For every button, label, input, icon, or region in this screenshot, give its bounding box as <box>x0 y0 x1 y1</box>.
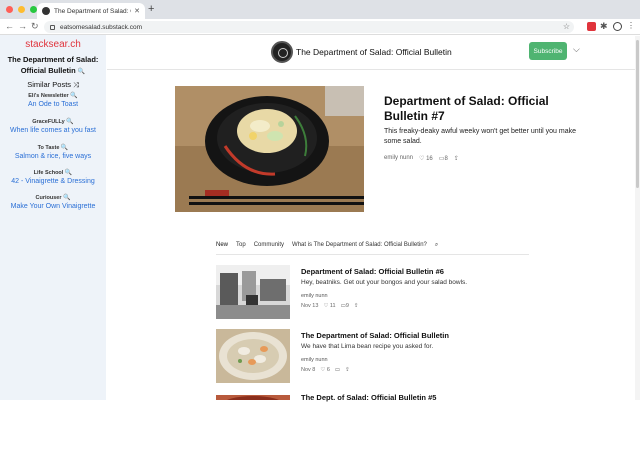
post-meta: Nov 8 ♡ 6 ▭ ⇪ <box>301 367 350 373</box>
search-icon[interactable]: 🔍 <box>78 69 85 75</box>
post-author[interactable]: emily nunn <box>301 293 328 299</box>
subscribe-button[interactable]: Subscribe <box>529 42 567 60</box>
extensions-puzzle-icon[interactable]: ✱ <box>600 21 609 31</box>
close-window-button[interactable] <box>6 6 13 13</box>
sidebar-pub-title: The Department of Salad: Official Bullet… <box>7 55 99 75</box>
publication-name[interactable]: The Department of Salad: Official Bullet… <box>296 47 452 57</box>
post-title[interactable]: The Department of Salad: Official Bullet… <box>301 331 449 340</box>
forward-icon[interactable]: → <box>18 21 27 31</box>
post-thumbnail[interactable] <box>216 391 290 400</box>
similar-post-link[interactable]: Salmon & rice, five ways <box>0 153 106 160</box>
post-list-item[interactable]: The Dept. of Salad: Official Bulletin #5 <box>216 391 536 451</box>
similar-item: To Taste 🔍 Salmon & rice, five ways <box>0 144 106 160</box>
comment-icon[interactable]: ▭ <box>335 367 340 373</box>
post-thumbnail[interactable] <box>216 265 290 319</box>
browser-tab[interactable]: The Department of Salad: Offic ✕ <box>37 3 145 19</box>
similar-post-link[interactable]: Make Your Own Vinaigrette <box>0 203 106 210</box>
new-tab-icon[interactable]: + <box>148 3 154 15</box>
hero-post-title[interactable]: Department of Salad: Official Bulletin #… <box>384 94 584 124</box>
close-tab-icon[interactable]: ✕ <box>134 7 140 15</box>
favicon-icon <box>42 7 50 15</box>
hero-post-meta: emily nunn ♡ 16 ▭8 ⇪ <box>384 155 459 162</box>
share-icon[interactable]: ⇪ <box>345 367 350 373</box>
share-icon[interactable]: ⇪ <box>354 303 359 309</box>
similar-post-link[interactable]: When life comes at you fast <box>0 127 106 134</box>
heart-icon[interactable]: ♡ <box>419 156 424 162</box>
post-list-item[interactable]: The Department of Salad: Official Bullet… <box>216 329 536 389</box>
post-list-item[interactable]: Department of Salad: Official Bulletin #… <box>216 265 536 325</box>
chevron-down-icon[interactable]: ⌵ <box>573 44 580 55</box>
post-description: Hey, beatniks. Get out your bongos and y… <box>301 279 468 286</box>
browser-toolbar: ← → ↻ eatsomesalad.substack.com ☆ ✱ ⋮ <box>0 19 640 35</box>
menu-kebab-icon[interactable]: ⋮ <box>627 21 636 30</box>
similar-item: GraceFULLy 🔍 When life comes at you fast <box>0 118 106 134</box>
publication-logo[interactable] <box>271 41 293 63</box>
similar-post-link[interactable]: An Ode to Toast <box>0 101 106 108</box>
brand-logo[interactable]: stacksear.ch <box>0 39 106 50</box>
similar-item: Curiouser 🔍 Make Your Own Vinaigrette <box>0 194 106 210</box>
profile-icon[interactable] <box>613 22 622 31</box>
stacksearch-sidebar: stacksear.ch The Department of Salad: Of… <box>0 35 106 400</box>
url-text: eatsomesalad.substack.com <box>60 23 143 31</box>
heart-icon[interactable]: ♡ <box>323 303 328 309</box>
maximize-window-button[interactable] <box>30 6 37 13</box>
search-icon[interactable]: 🔍 <box>61 145 68 151</box>
address-bar[interactable]: eatsomesalad.substack.com ☆ <box>44 21 574 33</box>
shuffle-icon[interactable]: ⤨ <box>73 82 79 89</box>
similar-posts-heading: Similar Posts ⤨ <box>27 80 79 89</box>
hero-image[interactable] <box>175 86 364 212</box>
browser-tab-bar: The Department of Salad: Offic ✕ + <box>0 0 640 19</box>
stacksearch-extension-icon[interactable] <box>587 22 596 31</box>
post-title[interactable]: Department of Salad: Official Bulletin #… <box>301 267 444 276</box>
post-author[interactable]: emily nunn <box>301 357 328 363</box>
hero-post-subtitle: This freaky-deaky awful weeky won't get … <box>384 128 576 145</box>
minimize-window-button[interactable] <box>18 6 25 13</box>
post-thumbnail[interactable] <box>216 329 290 383</box>
lock-icon <box>50 24 55 30</box>
search-icon[interactable]: 🔍 <box>65 170 72 176</box>
search-icon[interactable]: 🔍 <box>66 119 73 125</box>
search-icon[interactable]: 🔍 <box>70 93 77 99</box>
similar-item: Life School 🔍 42 - Vinaigrette & Dressin… <box>0 169 106 185</box>
heart-icon[interactable]: ♡ <box>320 367 325 373</box>
share-icon[interactable]: ⇪ <box>454 155 459 162</box>
post-description: We have that Lima bean recipe you asked … <box>301 343 434 350</box>
tabs-divider <box>216 254 529 255</box>
similar-post-link[interactable]: 42 - Vinaigrette & Dressing <box>0 178 106 185</box>
reload-icon[interactable]: ↻ <box>31 21 39 32</box>
search-icon[interactable]: 🔍 <box>63 195 70 201</box>
post-title[interactable]: The Dept. of Salad: Official Bulletin #5 <box>301 393 436 402</box>
post-meta: Nov 13 ♡ 11 ▭9 ⇪ <box>301 303 359 309</box>
scrollbar-thumb[interactable] <box>636 40 639 188</box>
bookmark-star-icon[interactable]: ☆ <box>563 22 570 31</box>
publication-header: The Department of Salad: Official Bullet… <box>107 36 640 70</box>
tab-title: The Department of Salad: Offic <box>54 7 131 15</box>
similar-item: Eli's Newsletter 🔍 An Ode to Toast <box>0 92 106 108</box>
post-author[interactable]: emily nunn <box>384 155 413 162</box>
back-icon[interactable]: ← <box>5 21 14 31</box>
